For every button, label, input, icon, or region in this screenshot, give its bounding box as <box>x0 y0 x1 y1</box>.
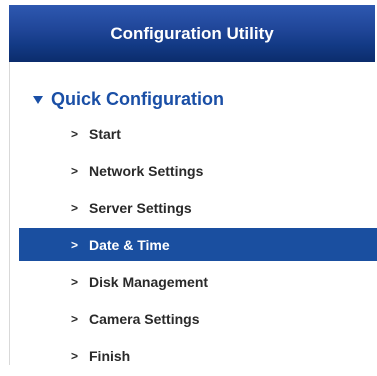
sidebar-divider <box>9 62 10 365</box>
menu-item-label: Network Settings <box>89 162 204 179</box>
arrow-icon: > <box>71 274 79 289</box>
menu-item-start[interactable]: > Start <box>19 117 377 150</box>
menu-item-label: Date & Time <box>89 236 170 253</box>
menu-item-camera-settings[interactable]: > Camera Settings <box>19 302 377 335</box>
arrow-icon: > <box>71 237 79 252</box>
header-title: Configuration Utility <box>110 23 274 43</box>
arrow-icon: > <box>71 311 79 326</box>
arrow-icon: > <box>71 348 79 363</box>
menu-item-label: Camera Settings <box>89 310 200 327</box>
configuration-panel: Configuration Utility Quick Configuratio… <box>0 0 377 365</box>
arrow-icon: > <box>71 163 79 178</box>
menu-item-network-settings[interactable]: > Network Settings <box>19 154 377 187</box>
section-quick-configuration[interactable]: Quick Configuration <box>31 86 224 112</box>
menu-item-label: Start <box>89 125 121 142</box>
menu-item-label: Disk Management <box>89 273 209 290</box>
triangle-down-icon <box>33 96 43 104</box>
arrow-icon: > <box>71 126 79 141</box>
menu-item-disk-management[interactable]: > Disk Management <box>19 265 377 298</box>
section-title: Quick Configuration <box>51 88 224 109</box>
menu-item-label: Finish <box>89 347 131 364</box>
menu-item-label: Server Settings <box>89 199 192 216</box>
header-bar: Configuration Utility <box>9 5 375 62</box>
menu-item-server-settings[interactable]: > Server Settings <box>19 191 377 224</box>
menu-item-date-time[interactable]: > Date & Time <box>19 228 377 261</box>
quick-configuration-menu: > Start > Network Settings > Server Sett… <box>19 117 377 376</box>
arrow-icon: > <box>71 200 79 215</box>
menu-item-finish[interactable]: > Finish <box>19 339 377 372</box>
